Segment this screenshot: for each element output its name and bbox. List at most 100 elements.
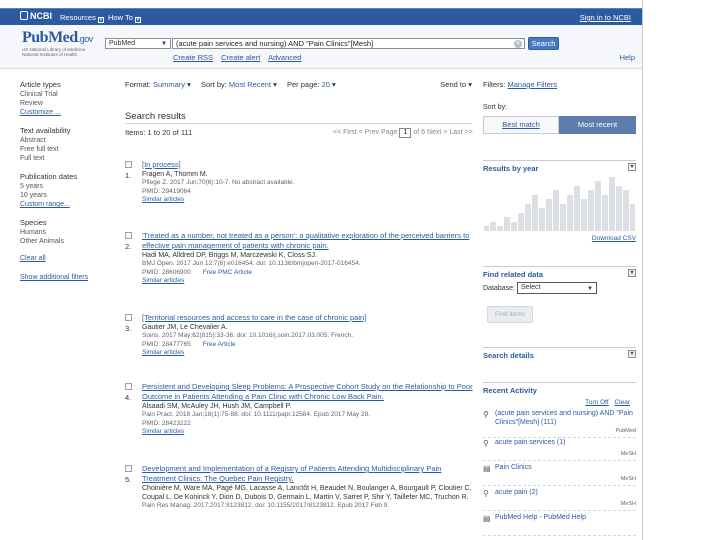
recent-activity-text[interactable]: acute pain (2) <box>495 489 636 498</box>
related-database-select[interactable]: Select ▼ <box>517 282 597 294</box>
year-bar[interactable] <box>511 222 518 231</box>
create-rss-link[interactable]: Create RSS <box>173 53 213 62</box>
similar-articles-link[interactable]: Similar articles <box>142 428 477 437</box>
year-bar[interactable] <box>629 204 636 231</box>
result-title-link[interactable]: [In process] <box>142 160 477 170</box>
recent-activity-item[interactable]: ▤ Pain Clinics MeSH <box>483 464 636 486</box>
show-additional-filters-link[interactable]: Show additional filters <box>20 274 118 281</box>
select-checkbox[interactable] <box>125 232 132 239</box>
download-csv-link[interactable]: Download CSV <box>592 235 636 242</box>
year-bar[interactable] <box>594 181 601 231</box>
year-bar[interactable] <box>546 199 553 231</box>
recent-activity-item[interactable]: ▤ PubMed Help - PubMed Help <box>483 514 636 536</box>
filter-item[interactable]: Free full text <box>20 145 118 154</box>
year-bar[interactable] <box>525 204 532 231</box>
manage-filters-link[interactable]: Manage Filters <box>508 80 558 89</box>
search-button[interactable]: Search <box>528 37 559 50</box>
year-bar[interactable] <box>622 190 629 231</box>
page-number-input[interactable]: 1 <box>399 128 412 138</box>
search-input[interactable]: (acute pain services and nursing) AND "P… <box>172 38 525 49</box>
year-bar[interactable] <box>560 204 566 231</box>
recent-activity-item[interactable]: ⚲ acute pain (2) MeSH <box>483 489 636 511</box>
recent-activity-tag: MeSH <box>620 476 636 482</box>
search-details-header[interactable]: Search details ▾ <box>483 347 636 361</box>
filter-item[interactable]: 5 years <box>20 182 118 191</box>
recent-activity-item[interactable]: ⚲ (acute pain services and nursing) AND "… <box>483 410 636 438</box>
find-related-header[interactable]: Find related data ▾ <box>483 266 636 280</box>
turn-off-link[interactable]: Turn Off <box>585 399 608 406</box>
recent-activity-item[interactable]: ⚲ acute pain services (1) MeSH <box>483 439 636 461</box>
send-to-menu[interactable]: Send to ▾ <box>440 80 472 89</box>
year-bar[interactable] <box>608 177 615 231</box>
select-checkbox[interactable] <box>125 383 132 390</box>
filter-item[interactable]: Abstract <box>20 136 118 145</box>
similar-articles-link[interactable]: Similar articles <box>142 349 477 358</box>
year-bar[interactable] <box>553 190 559 231</box>
pager-last[interactable]: Last >> <box>449 129 472 136</box>
result-title-link[interactable]: Persistent and Developing Sleep Problems… <box>142 382 477 402</box>
advanced-link[interactable]: Advanced <box>268 53 301 62</box>
year-bar[interactable] <box>497 226 504 231</box>
filter-item[interactable]: Customize ... <box>20 108 118 117</box>
free-article-link[interactable]: Free PMC Article <box>203 269 252 276</box>
recent-activity-text[interactable]: Pain Clinics <box>495 464 636 473</box>
year-bar[interactable] <box>504 217 511 231</box>
pager-prev[interactable]: < Prev <box>359 129 379 136</box>
filter-item[interactable]: Review <box>20 99 118 108</box>
clear-search-icon[interactable]: ✕ <box>514 40 522 48</box>
collapse-icon[interactable]: ▾ <box>628 163 636 171</box>
create-alert-link[interactable]: Create alert <box>221 53 260 62</box>
how-to-menu[interactable]: How To ▾ <box>108 13 141 23</box>
sign-in-link[interactable]: Sign in to NCBI <box>580 13 631 22</box>
similar-articles-link[interactable]: Similar articles <box>142 196 477 205</box>
per-page-menu[interactable]: Per page: 20 ▾ <box>287 80 336 89</box>
recent-activity-text[interactable]: PubMed Help - PubMed Help <box>495 514 636 523</box>
recent-activity-text[interactable]: acute pain services (1) <box>495 439 636 448</box>
filter-item[interactable]: Clinical Trial <box>20 90 118 99</box>
collapse-icon[interactable]: ▾ <box>628 269 636 277</box>
format-menu[interactable]: Format: Summary ▾ <box>125 80 191 89</box>
recent-activity-text[interactable]: (acute pain services and nursing) AND "P… <box>495 410 636 427</box>
year-bar[interactable] <box>580 199 587 231</box>
most-recent-button[interactable]: Most recent <box>559 116 636 134</box>
result-title-link[interactable]: Development and Implementation of a Regi… <box>142 464 477 484</box>
select-checkbox[interactable] <box>125 314 132 321</box>
select-checkbox[interactable] <box>125 161 132 168</box>
year-bar[interactable] <box>587 190 594 231</box>
clear-all-link[interactable]: Clear all <box>20 255 118 262</box>
result-title-link[interactable]: 'Treated as a number, not treated as a p… <box>142 231 477 251</box>
resources-menu[interactable]: Resources ▾ <box>60 13 104 23</box>
result-title-link[interactable]: [Territorial resources and access to car… <box>142 313 477 323</box>
year-bar[interactable] <box>573 186 580 231</box>
select-checkbox[interactable] <box>125 465 132 472</box>
year-bar[interactable] <box>490 222 497 231</box>
recent-activity-header[interactable]: Recent Activity <box>483 382 636 396</box>
filter-item[interactable]: Full text <box>20 154 118 163</box>
year-bar[interactable] <box>601 195 608 231</box>
year-bar[interactable] <box>539 208 546 231</box>
ncbi-logo[interactable]: NCBI <box>20 11 52 21</box>
find-items-button[interactable]: Find items <box>487 306 533 323</box>
filter-item[interactable]: Humans <box>20 228 118 237</box>
best-match-button[interactable]: Best match <box>483 116 559 134</box>
pager-next[interactable]: Next > <box>427 129 447 136</box>
year-bar[interactable] <box>615 186 622 231</box>
collapse-icon[interactable]: ▾ <box>628 350 636 358</box>
filter-item[interactable]: Other Animals <box>20 237 118 246</box>
free-article-link[interactable]: Free Article <box>203 341 236 348</box>
year-bar[interactable] <box>566 195 573 231</box>
filter-item[interactable]: Custom range... <box>20 200 118 209</box>
clear-link[interactable]: Clear <box>614 399 630 406</box>
similar-articles-link[interactable]: Similar articles <box>142 277 477 286</box>
year-bar[interactable] <box>532 195 539 231</box>
filter-item[interactable]: 10 years <box>20 191 118 200</box>
year-bar[interactable] <box>483 226 490 231</box>
pubmed-logo[interactable]: PubMed.gov US National Library of Medici… <box>22 29 112 57</box>
results-by-year-header[interactable]: Results by year ▾ <box>483 160 636 174</box>
sort-menu[interactable]: Sort by: Most Recent ▾ <box>201 80 277 89</box>
database-select[interactable]: PubMed ▼ <box>105 38 171 49</box>
pager-first[interactable]: << First <box>333 129 357 136</box>
year-bar[interactable] <box>518 213 525 231</box>
ncbi-top-bar: NCBI Resources ▾ How To ▾ Sign in to NCBI <box>0 8 642 25</box>
help-link[interactable]: Help <box>620 53 635 62</box>
